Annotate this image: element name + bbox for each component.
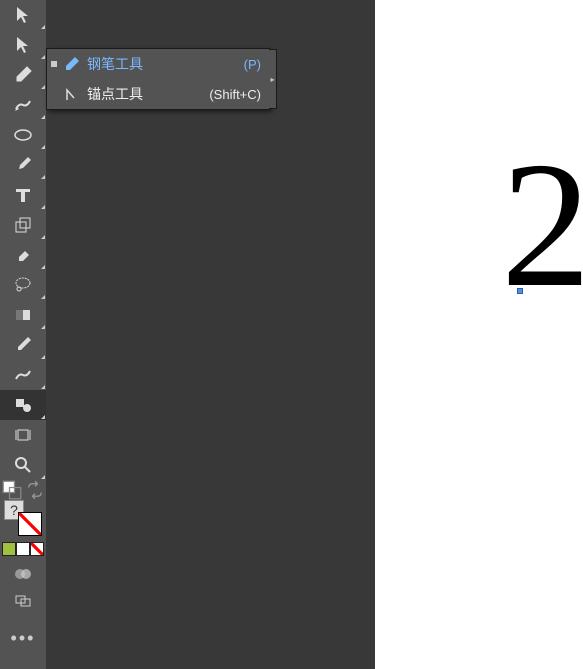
tool-brush[interactable] <box>0 150 46 180</box>
tool-artboard[interactable] <box>0 420 46 450</box>
more-dots-icon: ••• <box>11 628 36 649</box>
flyout-indicator-icon <box>41 475 45 479</box>
tool-zoom[interactable] <box>0 450 46 480</box>
flyout-indicator-icon <box>41 355 45 359</box>
type-icon <box>13 185 33 205</box>
flyout-tearoff-handle[interactable]: ▸ <box>269 49 277 109</box>
tool-selection-arrow[interactable] <box>0 0 46 30</box>
flyout-indicator-icon <box>41 175 45 179</box>
gradient-icon <box>13 305 33 325</box>
tool-eraser[interactable] <box>0 240 46 270</box>
flyout-indicator-icon <box>41 265 45 269</box>
mode-normal[interactable] <box>2 542 16 556</box>
default-fill-stroke[interactable] <box>0 480 23 500</box>
pencil-icon <box>13 95 33 115</box>
mini-swatch-icon <box>2 480 22 500</box>
eyedropper-icon <box>13 335 33 355</box>
pen-icon <box>63 56 81 72</box>
screen-mode-icon <box>13 564 33 584</box>
flyout-shortcut: (Shift+C) <box>209 87 261 102</box>
flyout-label: 钢笔工具 <box>87 54 232 74</box>
flyout-indicator-icon <box>41 295 45 299</box>
tool-eyedropper[interactable] <box>0 330 46 360</box>
flyout-indicator-icon <box>41 55 45 59</box>
canvas-text-object[interactable]: 2 <box>501 135 583 315</box>
flyout-shortcut: (P) <box>244 57 261 72</box>
tool-gradient[interactable] <box>0 300 46 330</box>
canvas[interactable]: 2 <box>375 0 583 669</box>
flyout-indicator-icon <box>41 385 45 389</box>
flyout-indicator-icon <box>41 325 45 329</box>
flyout-item-anchor[interactable]: 锚点工具 (Shift+C) <box>47 79 269 109</box>
flyout-active-dot-icon <box>51 61 57 67</box>
tool-symbol[interactable] <box>0 390 46 420</box>
symbol-icon <box>13 395 33 415</box>
selection-handle[interactable] <box>517 288 523 294</box>
screens-icon <box>13 590 33 610</box>
swap-arrows-icon <box>25 480 45 500</box>
tool-blend[interactable] <box>0 360 46 390</box>
swap-fill-row <box>0 480 46 500</box>
swap-fill-stroke[interactable] <box>23 480 46 500</box>
brush-icon <box>13 155 33 175</box>
tool-type[interactable] <box>0 180 46 210</box>
tool-pen[interactable] <box>0 60 46 90</box>
flyout-indicator-icon <box>41 235 45 239</box>
tool-direct-selection[interactable] <box>0 30 46 60</box>
flyout-indicator-icon <box>41 85 45 89</box>
flyout-indicator-icon <box>41 115 45 119</box>
ellipse-icon <box>13 125 33 145</box>
stroke-swatch[interactable] <box>18 512 42 536</box>
flyout-indicator-icon <box>41 415 45 419</box>
direct-selection-icon <box>13 35 33 55</box>
tools-toolbar: ? ••• <box>0 0 46 669</box>
tool-screen-mode-2[interactable] <box>0 587 46 613</box>
zoom-icon <box>13 455 33 475</box>
tool-screen-mode[interactable] <box>0 561 46 587</box>
tool-ellipse[interactable] <box>0 120 46 150</box>
fill-stroke-swatches[interactable]: ? <box>0 500 46 536</box>
flyout-item-pen[interactable]: 钢笔工具 (P) <box>47 49 269 79</box>
flyout-label: 锚点工具 <box>87 84 197 104</box>
flyout-indicator-icon <box>41 145 45 149</box>
artboard-icon <box>13 425 33 445</box>
eraser-icon <box>13 245 33 265</box>
flyout-indicator-icon <box>41 25 45 29</box>
tool-transform[interactable] <box>0 210 46 240</box>
tool-drawedit[interactable] <box>0 90 46 120</box>
anchor-point-icon <box>63 86 81 102</box>
mode-inside[interactable] <box>30 542 44 556</box>
mode-behind[interactable] <box>16 542 30 556</box>
lasso-icon <box>13 275 33 295</box>
transform-icon <box>13 215 33 235</box>
pen-tool-flyout: 钢笔工具 (P) 锚点工具 (Shift+C) ▸ <box>46 48 270 110</box>
selection-arrow-icon <box>13 5 33 25</box>
draw-mode-row <box>2 542 44 556</box>
toolbar-more[interactable]: ••• <box>0 625 46 651</box>
pen-icon <box>13 65 33 85</box>
flyout-indicator-icon <box>41 205 45 209</box>
tool-lasso[interactable] <box>0 270 46 300</box>
blend-icon <box>13 365 33 385</box>
